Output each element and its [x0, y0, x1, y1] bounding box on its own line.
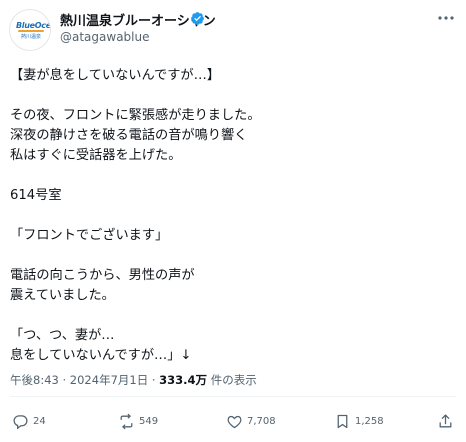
share-icon: [439, 413, 452, 427]
repost-count: 549: [139, 415, 159, 427]
meta-separator: ·: [62, 373, 67, 387]
post-line-break: [10, 86, 456, 106]
post-line: 「つ、つ、妻が…: [10, 328, 115, 343]
post-line-break: [10, 306, 456, 326]
reply-icon: [13, 414, 28, 430]
post-line: 私はすぐに受話器を上げた。: [10, 148, 182, 163]
post: BlueOcean 熱川温泉 熱川温泉ブルーオーシャン @atagawablue…: [0, 0, 466, 442]
post-line: その夜、フロントに緊張感が走りました。: [10, 108, 261, 123]
share-button[interactable]: [437, 410, 454, 432]
repost-button[interactable]: 549: [118, 410, 158, 432]
avatar-logo-wave: [18, 30, 44, 32]
meta-separator: ·: [151, 373, 156, 387]
avatar-logo-text: BlueOcean: [16, 21, 51, 30]
post-text: 【妻が息をしていないんですが…】 その夜、フロントに緊張感が走りました。 深夜の…: [10, 66, 456, 366]
bookmark-count: 1,258: [355, 415, 384, 427]
post-line-break: [10, 246, 456, 266]
action-bar: 24 549 7,708 1,258: [0, 410, 466, 432]
post-meta: 午後8:43 · 2024年7月1日 · 333.4万 件の表示: [10, 372, 257, 388]
post-line: 深夜の静けさを破る電話の音が鳴り響く: [10, 128, 248, 143]
post-line: 震えていました。: [10, 288, 115, 303]
repost-icon: [120, 413, 133, 429]
post-time[interactable]: 午後8:43: [10, 373, 59, 387]
post-line-break: [10, 166, 456, 186]
reply-button[interactable]: 24: [12, 410, 46, 432]
divider: [10, 396, 456, 397]
post-line: 息をしていないんですが…」↓: [10, 348, 192, 363]
author-handle[interactable]: @atagawablue: [60, 30, 150, 44]
post-line-break: [10, 206, 456, 226]
more-icon[interactable]: [436, 10, 456, 26]
post-line: 「フロントでございます」: [10, 228, 169, 243]
view-count-label: 件の表示: [210, 373, 257, 387]
post-line: 614号室: [10, 188, 62, 203]
like-count: 7,708: [247, 415, 276, 427]
post-date[interactable]: 2024年7月1日: [70, 373, 148, 387]
avatar[interactable]: BlueOcean 熱川温泉: [9, 9, 51, 51]
avatar-logo-subtext: 熱川温泉: [20, 34, 41, 40]
post-line: 電話の向こうから、男性の声が: [10, 268, 195, 283]
like-icon: [227, 415, 242, 428]
reply-count: 24: [33, 415, 46, 427]
post-line: 【妻が息をしていないんですが…】: [10, 68, 220, 83]
like-button[interactable]: 7,708: [226, 410, 276, 432]
verified-icon: [191, 12, 204, 25]
view-count: 333.4万: [159, 373, 208, 387]
bookmark-button[interactable]: 1,258: [334, 410, 384, 432]
bookmark-icon: [337, 414, 348, 428]
